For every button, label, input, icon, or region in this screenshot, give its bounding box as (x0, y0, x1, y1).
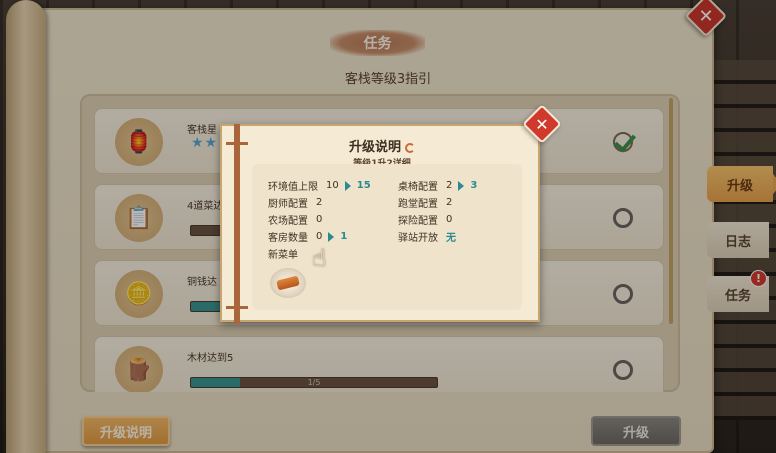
stat-label: 探险配置 (398, 216, 438, 227)
stat-label: 客房数量 (268, 233, 308, 244)
stat-label: 环境值上限 (268, 182, 318, 193)
stat-new-value: 1 (340, 231, 348, 242)
arrow-right-icon (458, 180, 465, 191)
arrow-right-icon (344, 180, 351, 191)
stat-new-value: 15 (356, 180, 371, 191)
stat-value: 无 (446, 233, 456, 244)
stat-value: 0 (316, 231, 323, 242)
refresh-icon (405, 142, 415, 153)
arrow-right-icon (328, 231, 335, 242)
stat-explore-config: 探险配置 0 (398, 212, 452, 227)
stat-waiter-config: 跑堂配置 2 (398, 195, 452, 210)
stat-value: 2 (446, 180, 453, 191)
close-icon: ✕ (535, 114, 549, 134)
stat-farm-config: 农场配置 0 (268, 212, 322, 227)
stat-label: 跑堂配置 (398, 199, 438, 210)
stat-post-station: 驿站开放 无 (398, 229, 456, 244)
stat-value: 2 (316, 197, 323, 208)
stat-room-count: 客房数量 0 1 (268, 229, 347, 244)
stat-value: 10 (326, 180, 339, 191)
stat-label: 农场配置 (268, 216, 308, 227)
stat-environment-cap: 环境值上限 10 15 (268, 178, 371, 193)
modal-title: 升级说明 (222, 136, 542, 155)
stat-value: 0 (316, 214, 323, 225)
stat-label: 驿站开放 (398, 233, 438, 244)
pointing-hand-cursor-icon: ☝ (312, 244, 327, 272)
stat-value: 2 (446, 197, 453, 208)
new-menu-label: 新菜单 (268, 250, 298, 261)
stat-chef-config: 厨师配置 2 (268, 195, 322, 210)
stat-table-config: 桌椅配置 2 3 (398, 178, 477, 193)
roasted-dish-icon[interactable] (270, 268, 306, 298)
upgrade-info-modal: 升级说明 等级1升2详细 环境值上限 10 15 厨师配置 2 农场配置 0 客… (220, 124, 542, 324)
stat-label: 桌椅配置 (398, 182, 438, 193)
modal-title-text: 升级说明 (348, 140, 401, 155)
stat-label: 厨师配置 (268, 199, 308, 210)
stat-value: 0 (446, 214, 453, 225)
stat-new-value: 3 (470, 180, 478, 191)
